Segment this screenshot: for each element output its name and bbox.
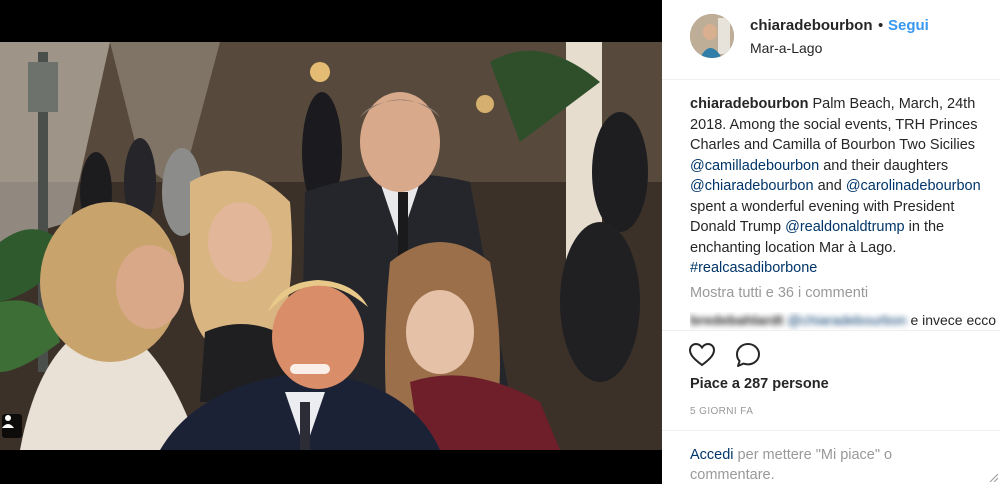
post-caption: chiaradebourbon Palm Beach, March, 24th … [690, 94, 996, 279]
comment-item: bredebahlardt @chiaradebourbon e invece … [690, 312, 996, 330]
login-link[interactable]: Accedi [690, 447, 734, 463]
resize-grip-icon[interactable] [988, 472, 998, 482]
post-photo[interactable] [0, 42, 662, 450]
post-timestamp: 5 GIORNI FA [690, 406, 754, 417]
view-all-comments-link[interactable]: Mostra tutti e 36 i commenti [690, 285, 868, 301]
location-link[interactable]: Mar-a-Lago [750, 40, 822, 56]
comment-username[interactable]: bredebahlardt [690, 312, 783, 328]
comment-bubble-icon[interactable] [734, 341, 762, 369]
post-actions: Piace a 287 persone 5 GIORNI FA [662, 330, 1000, 430]
mention-link[interactable]: @camilladebourbon [690, 158, 819, 174]
comment-text: e invece eccoli [910, 312, 996, 328]
avatar[interactable] [690, 14, 734, 58]
post-header: chiaradebourbon • Segui Mar-a-Lago [662, 0, 1000, 80]
likes-count[interactable]: Piace a 287 persone [690, 376, 829, 392]
caption-username[interactable]: chiaradebourbon [690, 96, 808, 112]
caption-text: and their daughters [819, 157, 949, 174]
post-sidebar: chiaradebourbon • Segui Mar-a-Lago chiar… [662, 0, 1000, 484]
user-tag-icon[interactable] [2, 414, 22, 438]
separator-dot: • [878, 17, 884, 34]
mention-link[interactable]: @realdonaldtrump [785, 219, 905, 235]
mention-link[interactable]: @carolinadebourbon [846, 178, 981, 194]
caption-text: and [813, 178, 846, 194]
heart-icon[interactable] [688, 341, 716, 369]
photo-illustration [0, 42, 662, 450]
follow-button[interactable]: Segui [888, 17, 929, 34]
hashtag-link[interactable]: #realcasadiborbone [690, 260, 817, 276]
post-media [0, 0, 662, 484]
mention-link[interactable]: @chiaradebourbon [690, 178, 814, 194]
login-prompt: Accedi per mettere "Mi piace" o commenta… [662, 430, 1000, 484]
comment-mention[interactable]: @chiaradebourbon [787, 312, 906, 328]
username-link[interactable]: chiaradebourbon [750, 17, 873, 34]
